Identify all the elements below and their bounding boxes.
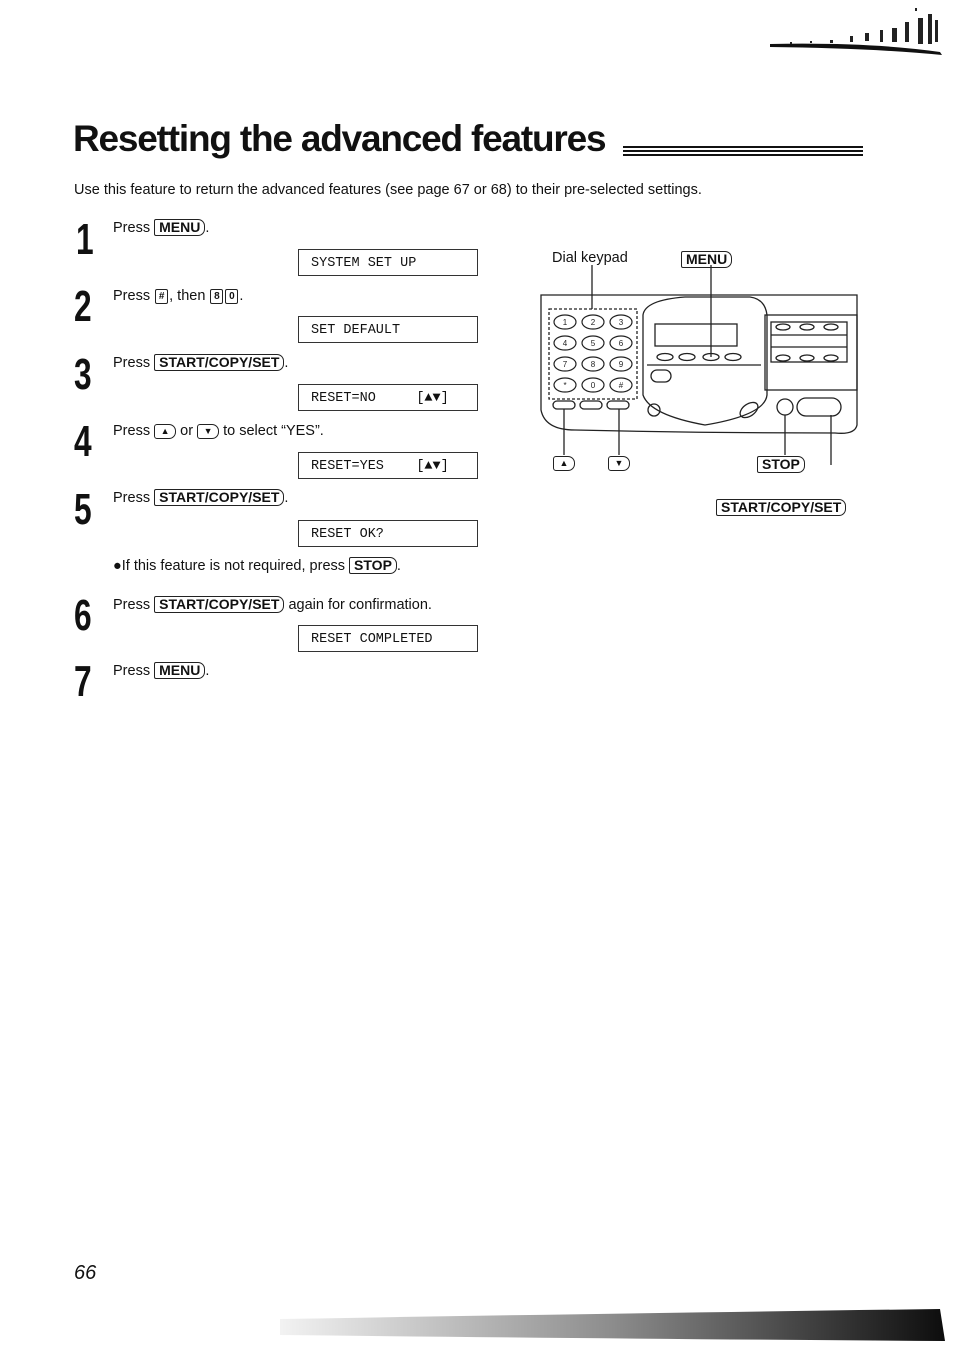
step-4-prefix: Press	[113, 423, 151, 439]
down-arrow-key-icon: ▼	[197, 423, 220, 439]
step-number-1: 1	[76, 215, 94, 264]
step-5-text: Press START/COPY/SET.	[113, 489, 288, 507]
header-decoration	[770, 8, 942, 55]
menu-key: MENU	[154, 219, 206, 236]
step-5-note: ●If this feature is not required, press …	[113, 557, 401, 574]
display-system-set-up: SYSTEM SET UP	[298, 249, 478, 276]
step-1-text: Press MENU.	[113, 219, 209, 237]
display-reset-no: RESET=NO [▲▼]	[298, 384, 478, 411]
keypad-key-label: 3	[619, 318, 624, 327]
start-copy-set-key: START/COPY/SET	[154, 596, 285, 613]
keypad-key-label: 6	[619, 339, 624, 348]
up-arrow-key-icon: ▲	[154, 423, 177, 439]
keypad-key-label: *	[563, 381, 566, 390]
label-start-copy-set: START/COPY/SET	[716, 499, 847, 516]
step-4-suffix: to select “YES”.	[223, 423, 324, 439]
keypad-key-label: 2	[591, 318, 596, 327]
page-number: 66	[74, 1262, 97, 1284]
menu-key: MENU	[154, 662, 206, 679]
step-3-prefix: Press	[113, 355, 151, 371]
keypad-key-label: 9	[619, 360, 624, 369]
fax-panel-diagram: 1 2 3 4 5 6 7 8 9 * 0 #	[540, 265, 858, 465]
step-number-6: 6	[74, 591, 92, 640]
step-number-3: 3	[74, 350, 92, 399]
step-number-4: 4	[74, 417, 92, 466]
step-6-prefix: Press	[113, 597, 151, 613]
title-rule	[623, 146, 863, 158]
step-4-text: Press ▲ or ▼ to select “YES”.	[113, 422, 324, 440]
step-2-mid: , then	[169, 288, 206, 304]
keypad-key-label: 8	[591, 360, 596, 369]
page-title: Resetting the advanced features	[73, 118, 607, 159]
step-3-suffix: .	[284, 355, 289, 371]
key-8: 8	[210, 288, 224, 304]
note-prefix: ●If this feature is not required, press	[113, 558, 346, 574]
display-reset-ok: RESET OK?	[298, 520, 478, 547]
keypad-key-label: 5	[591, 339, 596, 348]
step-number-7: 7	[74, 657, 92, 706]
step-1-suffix: .	[205, 220, 210, 236]
step-2-prefix: Press	[113, 288, 151, 304]
step-5-suffix: .	[284, 490, 289, 506]
start-copy-set-key: START/COPY/SET	[154, 489, 285, 506]
step-2-text: Press #, then 80.	[113, 287, 243, 305]
hash-key: #	[155, 288, 169, 304]
step-number-5: 5	[74, 485, 92, 534]
footer-decoration	[280, 1309, 945, 1341]
display-reset-completed: RESET COMPLETED	[298, 625, 478, 652]
keypad-key-label: 0	[591, 381, 596, 390]
step-2-suffix: .	[239, 288, 244, 304]
start-copy-set-key: START/COPY/SET	[154, 354, 285, 371]
keypad-key-label: 7	[563, 360, 568, 369]
keypad-digits: 1 2 3 4 5 6 7 8 9 * 0 #	[553, 314, 633, 393]
step-6-text: Press START/COPY/SET again for confirmat…	[113, 596, 432, 614]
step-4-mid: or	[180, 423, 194, 439]
keypad-key-label: 1	[563, 318, 568, 327]
intro-text: Use this feature to return the advanced …	[74, 182, 702, 198]
display-reset-yes: RESET=YES [▲▼]	[298, 452, 478, 479]
step-1-prefix: Press	[113, 220, 151, 236]
step-7-suffix: .	[205, 663, 210, 679]
step-5-prefix: Press	[113, 490, 151, 506]
step-number-2: 2	[74, 282, 92, 331]
key-0: 0	[225, 288, 239, 304]
step-3-text: Press START/COPY/SET.	[113, 354, 288, 372]
step-7-prefix: Press	[113, 663, 151, 679]
step-6-suffix: again for confirmation.	[288, 597, 432, 613]
step-7-text: Press MENU.	[113, 662, 209, 680]
note-suffix: .	[396, 558, 401, 574]
keypad-key-label: #	[619, 381, 624, 390]
keypad-key-label: 4	[563, 339, 568, 348]
label-dial-keypad: Dial keypad	[552, 250, 628, 266]
display-set-default: SET DEFAULT	[298, 316, 478, 343]
stop-key: STOP	[349, 557, 397, 574]
